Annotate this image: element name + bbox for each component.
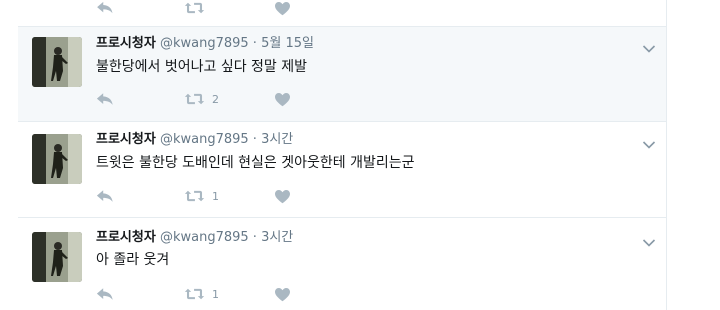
tweet[interactable]: 프로시청자 @kwang7895 · 3시간 아 졸라 웃겨 1: [18, 218, 666, 310]
tweet[interactable]: 프로시청자 @kwang7895 · 5월 15일 불한당에서 벗어나고 싶다 …: [18, 27, 666, 122]
heart-icon: [274, 189, 291, 204]
timestamp[interactable]: 3시간: [261, 132, 293, 147]
reply-button[interactable]: [96, 91, 114, 107]
avatar[interactable]: [32, 37, 82, 87]
chevron-down-icon[interactable]: [642, 39, 656, 49]
timestamp[interactable]: 5월 15일: [261, 36, 314, 51]
heart-icon: [274, 287, 291, 302]
separator: ·: [252, 36, 257, 51]
retweet-icon: [184, 92, 205, 106]
reply-icon: [96, 189, 114, 204]
previous-tweet-actions: [18, 0, 666, 27]
retweet-count: 1: [212, 189, 219, 203]
retweet-icon[interactable]: [184, 0, 205, 16]
tweet-text: 아 졸라 웃겨: [96, 252, 170, 268]
profile-avatar: [32, 232, 82, 282]
separator: ·: [252, 230, 257, 245]
reply-icon: [96, 287, 114, 302]
heart-icon[interactable]: [274, 0, 291, 16]
retweet-button[interactable]: 1: [184, 286, 219, 302]
like-button[interactable]: [274, 91, 291, 107]
tweet-text: 불한당에서 벗어나고 싶다 정말 제발: [96, 59, 307, 75]
tweet-header: 프로시청자 @kwang7895 · 3시간: [96, 132, 293, 148]
reply-icon: [96, 92, 114, 107]
user-handle[interactable]: @kwang7895: [160, 230, 249, 245]
tweet-header: 프로시청자 @kwang7895 · 3시간: [96, 230, 293, 246]
user-handle[interactable]: @kwang7895: [160, 36, 249, 51]
like-button[interactable]: [274, 286, 291, 302]
heart-icon: [274, 92, 291, 107]
chevron-down-icon[interactable]: [642, 233, 656, 243]
reply-button[interactable]: [96, 188, 114, 204]
chevron-down-icon[interactable]: [642, 135, 656, 145]
timestamp[interactable]: 3시간: [261, 230, 293, 245]
timeline: 프로시청자 @kwang7895 · 5월 15일 불한당에서 벗어나고 싶다 …: [18, 0, 667, 310]
reply-icon[interactable]: [96, 0, 114, 16]
tweet-header: 프로시청자 @kwang7895 · 5월 15일: [96, 36, 314, 52]
like-button[interactable]: [274, 188, 291, 204]
retweet-button[interactable]: 2: [184, 91, 219, 107]
user-handle[interactable]: @kwang7895: [160, 132, 249, 147]
profile-avatar: [32, 134, 82, 184]
retweet-count: 1: [212, 287, 219, 301]
retweet-icon: [184, 189, 205, 203]
display-name[interactable]: 프로시청자: [96, 230, 156, 245]
display-name[interactable]: 프로시청자: [96, 132, 156, 147]
retweet-icon: [184, 287, 205, 301]
retweet-count: 2: [212, 92, 219, 106]
avatar[interactable]: [32, 134, 82, 184]
tweet[interactable]: 프로시청자 @kwang7895 · 3시간 트윗은 불한당 도배인데 현실은 …: [18, 122, 666, 218]
separator: ·: [252, 132, 257, 147]
profile-avatar: [32, 37, 82, 87]
reply-button[interactable]: [96, 286, 114, 302]
display-name[interactable]: 프로시청자: [96, 36, 156, 51]
tweet-text: 트윗은 불한당 도배인데 현실은 겟아웃한테 개발리는군: [96, 155, 415, 171]
retweet-button[interactable]: 1: [184, 188, 219, 204]
avatar[interactable]: [32, 232, 82, 282]
